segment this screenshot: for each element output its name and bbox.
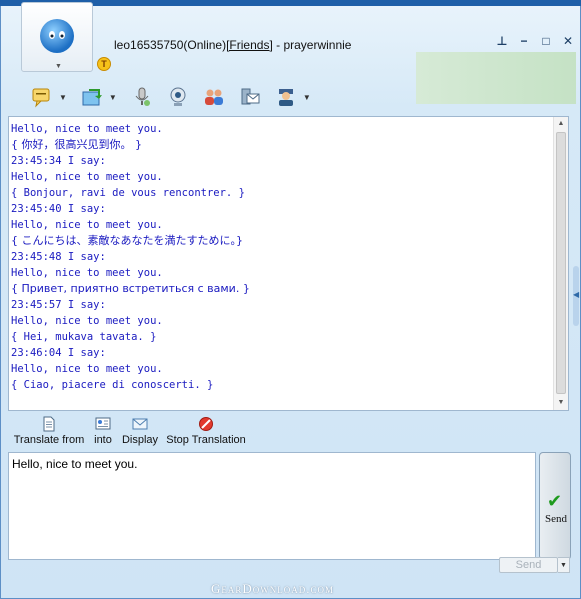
into-label: into	[94, 434, 112, 446]
language-card-icon	[95, 417, 111, 430]
scroll-thumb[interactable]	[556, 132, 566, 394]
watermark: GearDownload.com	[211, 581, 335, 596]
window-controls: ⊥ − □ ✕	[496, 34, 574, 48]
stop-translation-label: Stop Translation	[166, 434, 246, 446]
chat-message-line: Hello, nice to meet you.	[11, 363, 163, 375]
toolbar-chat[interactable]: ▼	[31, 86, 67, 108]
toolbar-video[interactable]	[167, 86, 189, 108]
contact-name: - prayerwinnie	[272, 38, 352, 52]
chevron-down-icon[interactable]: ▼	[303, 93, 311, 102]
scroll-up-icon[interactable]: ▲	[554, 117, 568, 131]
status-badge[interactable]: T	[97, 57, 111, 71]
translate-from-label: Translate from	[13, 434, 85, 446]
toolbar-group[interactable]	[203, 86, 225, 108]
send-button-label: Send	[545, 513, 567, 525]
avatar-dropdown-icon[interactable]: ▼	[55, 63, 62, 70]
chat-message-line: 23:45:40 I say:	[11, 203, 106, 215]
send-button-secondary[interactable]: Send	[499, 557, 558, 573]
chat-message-line: { Ciao, piacere di conoscerti. }	[11, 379, 214, 391]
chat-bubble-icon[interactable]	[31, 86, 53, 108]
chevron-down-icon[interactable]: ▼	[59, 93, 67, 102]
contact-id: leo16535750(Online)	[114, 38, 227, 52]
chat-message-line: Hello, nice to meet you.	[11, 267, 163, 279]
close-icon[interactable]: ✕	[562, 34, 574, 48]
send-options-dropdown[interactable]: ▼	[558, 557, 570, 573]
chat-message-line: Hello, nice to meet you.	[11, 219, 163, 231]
chat-history[interactable]: Hello, nice to meet you. { 你好，很高兴见到你。 } 23…	[8, 116, 569, 411]
toolbar: ▼ ▼ ▼	[31, 82, 325, 112]
user-card-icon[interactable]	[275, 86, 297, 108]
chat-scrollbar[interactable]: ▲ ▼	[553, 117, 568, 410]
into-button[interactable]: into	[90, 416, 116, 446]
display-label: Display	[121, 434, 159, 446]
chat-message-line: { Привет, приятно встретиться с вами. }	[11, 282, 250, 295]
chat-message-line: 23:45:48 I say:	[11, 251, 106, 263]
display-button[interactable]: Display	[120, 416, 160, 446]
chat-message-line: { Hei, mukava tavata. }	[11, 331, 157, 343]
mail-icon[interactable]	[239, 86, 261, 108]
chat-message-line: Hello, nice to meet you.	[11, 123, 163, 135]
chevron-left-icon[interactable]: ◀	[573, 290, 579, 299]
chat-message-line: { 你好，很高兴见到你。 }	[11, 138, 142, 151]
toolbar-mail[interactable]	[239, 86, 261, 108]
chat-message-line: { こんにちは、素敵なあなたを満たすために。}	[11, 234, 243, 247]
chat-message-line: Hello, nice to meet you.	[11, 315, 163, 327]
toolbar-user[interactable]: ▼	[275, 86, 311, 108]
side-panel-toggle[interactable]: ◀	[573, 266, 581, 326]
chevron-down-icon[interactable]: ▼	[109, 93, 117, 102]
ad-banner	[416, 52, 576, 104]
pin-icon[interactable]: ⊥	[496, 34, 508, 48]
scroll-down-icon[interactable]: ▼	[554, 396, 568, 410]
chat-message-line: Hello, nice to meet you.	[11, 171, 163, 183]
avatar[interactable]: ▼	[21, 2, 93, 72]
webcam-icon[interactable]	[167, 86, 189, 108]
chat-message-line: 23:46:04 I say:	[11, 347, 106, 359]
translation-toolbar: Translate from into Display Stop Transla…	[10, 416, 570, 452]
chat-message-line: 23:45:34 I say:	[11, 155, 106, 167]
minimize-icon[interactable]: −	[518, 34, 530, 48]
maximize-icon[interactable]: □	[540, 34, 552, 48]
page-title: leo16535750(Online)[Friends] - prayerwin…	[114, 38, 351, 52]
friends-link[interactable]: [Friends]	[226, 38, 273, 52]
envelope-icon	[132, 418, 148, 430]
send-button[interactable]: ✔ Send	[539, 452, 571, 560]
document-icon	[43, 416, 55, 432]
avatar-ball-icon	[40, 19, 74, 53]
microphone-icon[interactable]	[131, 86, 153, 108]
send-file-icon[interactable]	[81, 86, 103, 108]
chat-window: ▼ T leo16535750(Online)[Friends] - praye…	[0, 2, 581, 599]
chat-message-line: { Bonjour, ravi de vous rencontrer. }	[11, 187, 245, 199]
toolbar-voice[interactable]	[131, 86, 153, 108]
message-input[interactable]: Hello, nice to meet you.	[8, 452, 536, 560]
checkmark-icon: ✔	[547, 491, 563, 511]
toolbar-send-file[interactable]: ▼	[81, 86, 117, 108]
chat-message-line: 23:45:57 I say:	[11, 299, 106, 311]
stop-icon	[199, 417, 213, 431]
stop-translation-button[interactable]: Stop Translation	[164, 416, 248, 446]
group-icon[interactable]	[203, 86, 225, 108]
translate-from-button[interactable]: Translate from	[12, 416, 86, 446]
message-list: Hello, nice to meet you. { 你好，很高兴见到你。 } 23…	[11, 121, 549, 393]
